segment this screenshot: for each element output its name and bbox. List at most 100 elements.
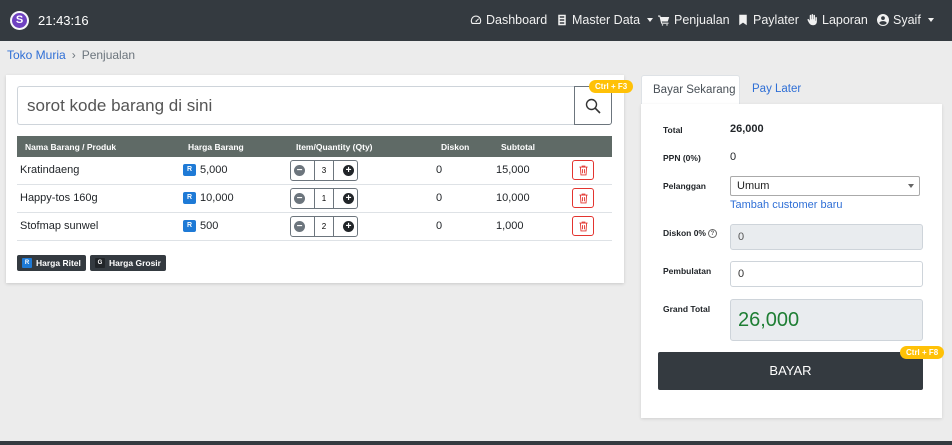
price-value: 500 <box>200 220 219 232</box>
legend-wholesale-price: G Harga Grosir <box>90 255 166 271</box>
search-group <box>17 86 613 125</box>
retail-price-badge: R <box>183 192 196 204</box>
chevron-down-icon <box>927 18 934 22</box>
trash-icon <box>578 193 588 203</box>
price-value: 10,000 <box>200 192 234 204</box>
ppn-label: PPN (0%) <box>663 153 701 163</box>
payment-card: Total 26,000 PPN (0%) 0 Pelanggan Umum T… <box>641 104 945 418</box>
table-header: Nama Barang / Produk Harga Barang Item/Q… <box>17 136 612 157</box>
discount-value: 0 <box>436 192 443 204</box>
quantity-stepper: − 2 + <box>290 216 358 237</box>
rounding-input[interactable]: 0 <box>730 261 923 287</box>
quantity-stepper: − 3 + <box>290 160 358 181</box>
bottom-bar <box>0 441 952 445</box>
price-value: 5,000 <box>200 164 228 176</box>
subtotal-value: 15,000 <box>496 164 530 176</box>
pay-shortcut-badge: Ctrl + F8 <box>900 346 945 359</box>
nav-user-menu[interactable]: Syaif <box>877 13 934 27</box>
increase-qty-button[interactable]: + <box>343 221 354 232</box>
bookmark-icon <box>739 14 747 26</box>
hand-icon <box>807 14 817 26</box>
legend-wholesale-badge: G <box>95 258 105 268</box>
customer-label: Pelanggan <box>663 181 706 191</box>
legend-retail-label: Harga Ritel <box>36 258 81 268</box>
legend-wholesale-label: Harga Grosir <box>109 258 161 268</box>
nav-dashboard-label: Dashboard <box>486 13 548 27</box>
add-customer-link[interactable]: Tambah customer baru <box>730 199 843 211</box>
trash-icon <box>578 165 588 175</box>
quantity-value[interactable]: 3 <box>314 161 334 180</box>
top-navbar: S 21:43:16 Dashboard Master Data Penjual… <box>0 0 952 41</box>
legend-retail-badge: R <box>22 258 32 268</box>
total-value: 26,000 <box>730 123 764 135</box>
search-shortcut-badge: Ctrl + F3 <box>589 80 634 93</box>
delete-item-button[interactable] <box>572 188 594 208</box>
cart-table: Nama Barang / Produk Harga Barang Item/Q… <box>17 136 612 241</box>
table-row: Stofmap sunwel R 500 − 2 + 0 1,000 <box>17 213 612 241</box>
breadcrumb-separator: › <box>71 48 76 62</box>
delete-item-button[interactable] <box>572 160 594 180</box>
nav-user-label: Syaif <box>893 13 921 27</box>
increase-qty-button[interactable]: + <box>343 165 354 176</box>
customer-select[interactable]: Umum <box>730 176 920 196</box>
barcode-search-input[interactable] <box>17 86 574 125</box>
header-discount: Diskon <box>441 142 470 152</box>
pay-button[interactable]: BAYAR <box>658 352 923 390</box>
ppn-value: 0 <box>730 151 737 163</box>
header-qty: Item/Quantity (Qty) <box>296 142 373 152</box>
header-product: Nama Barang / Produk <box>25 142 117 152</box>
tab-bayar-sekarang[interactable]: Bayar Sekarang <box>641 75 740 105</box>
nav-laporan-label: Laporan <box>822 13 868 27</box>
quantity-value[interactable]: 2 <box>314 217 334 236</box>
nav-paylater[interactable]: Paylater <box>737 13 799 27</box>
breadcrumb-home[interactable]: Toko Muria <box>7 48 66 62</box>
breadcrumb: Toko Muria › Penjualan <box>7 48 135 62</box>
quantity-stepper: − 1 + <box>290 188 358 209</box>
discount-label-text: Diskon 0% <box>663 228 706 238</box>
nav-penjualan[interactable]: Penjualan <box>658 13 730 27</box>
subtotal-value: 1,000 <box>496 220 524 232</box>
tab-pay-later[interactable]: Pay Later <box>741 75 812 105</box>
nav-laporan[interactable]: Laporan <box>806 13 868 27</box>
discount-label: Diskon 0%? <box>663 228 717 238</box>
nav-master-data[interactable]: Master Data <box>556 13 654 27</box>
discount-field: 0 <box>730 224 923 250</box>
subtotal-value: 10,000 <box>496 192 530 204</box>
dashboard-icon <box>470 15 482 25</box>
rounding-label: Pembulatan <box>663 266 712 276</box>
increase-qty-button[interactable]: + <box>343 193 354 204</box>
grand-total-label: Grand Total <box>663 304 711 314</box>
info-icon[interactable]: ? <box>708 229 717 238</box>
discount-value: 0 <box>436 164 443 176</box>
quantity-value[interactable]: 1 <box>314 189 334 208</box>
delete-item-button[interactable] <box>572 216 594 236</box>
table-row: Happy-tos 160g R 10,000 − 1 + 0 10,000 <box>17 185 612 213</box>
decrease-qty-button[interactable]: − <box>294 165 305 176</box>
app-logo[interactable]: S <box>10 11 29 30</box>
cart-icon <box>658 15 670 26</box>
customer-selected-value: Umum <box>737 180 770 192</box>
cart-card: Ctrl + F3 Nama Barang / Produk Harga Bar… <box>6 75 634 283</box>
grand-total-field: 26,000 <box>730 299 923 341</box>
chevron-down-icon <box>908 184 914 188</box>
nav-paylater-label: Paylater <box>753 13 799 27</box>
nav-master-data-label: Master Data <box>572 13 641 27</box>
chevron-down-icon <box>647 18 654 22</box>
trash-icon <box>578 221 588 231</box>
product-name: Stofmap sunwel <box>20 220 99 232</box>
decrease-qty-button[interactable]: − <box>294 193 305 204</box>
nav-penjualan-label: Penjualan <box>674 13 730 27</box>
clock: 21:43:16 <box>38 13 89 28</box>
header-price: Harga Barang <box>188 142 244 152</box>
user-icon <box>877 14 889 26</box>
breadcrumb-current: Penjualan <box>81 48 136 62</box>
discount-value: 0 <box>436 220 443 232</box>
retail-price-badge: R <box>183 220 196 232</box>
price-cell: R 5,000 <box>183 164 228 176</box>
nav-dashboard[interactable]: Dashboard <box>470 13 547 27</box>
product-name: Happy-tos 160g <box>20 192 98 204</box>
legend-retail-price: R Harga Ritel <box>17 255 86 271</box>
decrease-qty-button[interactable]: − <box>294 221 305 232</box>
header-subtotal: Subtotal <box>501 142 535 152</box>
retail-price-badge: R <box>183 164 196 176</box>
